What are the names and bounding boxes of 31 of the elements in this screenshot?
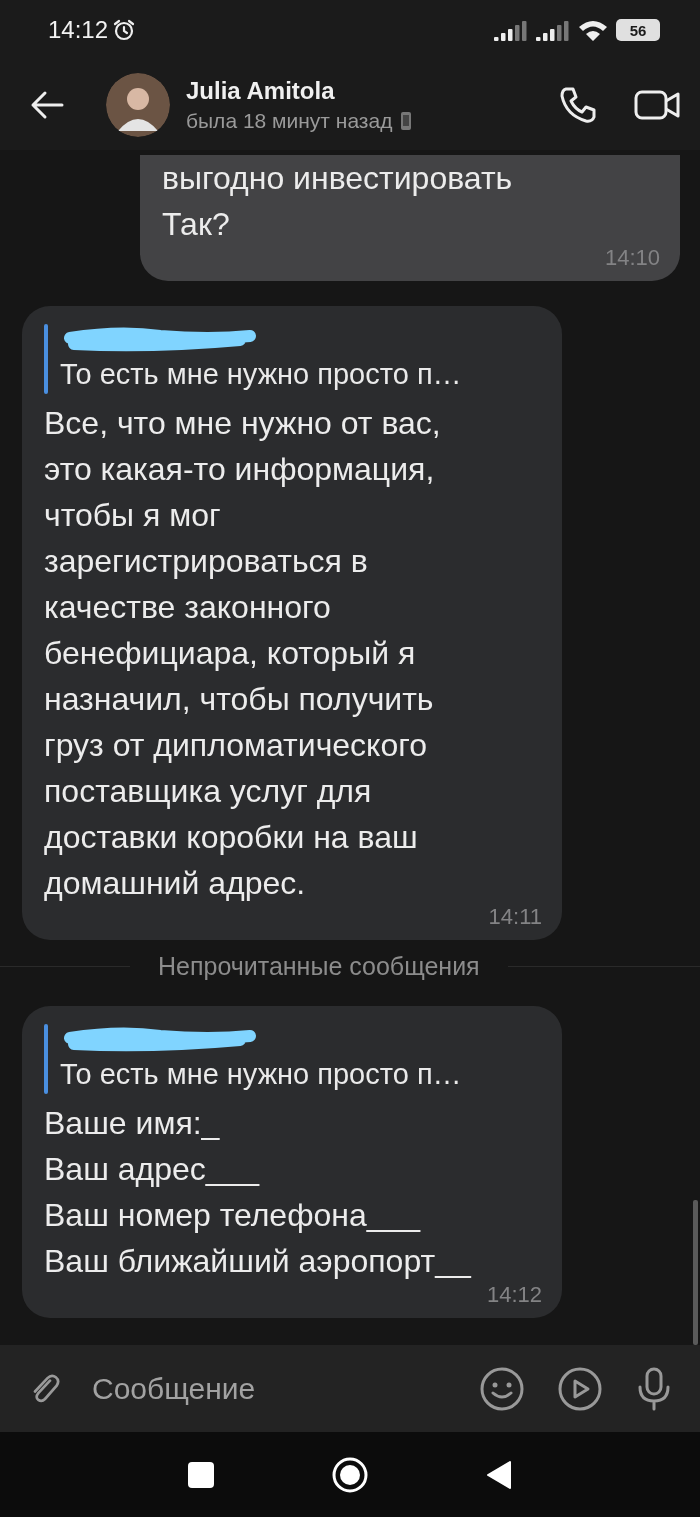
back-arrow-icon[interactable]	[30, 90, 64, 120]
message-time: 14:12	[486, 1282, 542, 1307]
message-time: 14:11	[488, 904, 542, 929]
message-text: выгодно инвестировать Так?	[162, 159, 514, 244]
status-time: 14:12	[48, 16, 109, 44]
wifi-icon	[578, 19, 608, 41]
mobile-icon	[400, 111, 413, 131]
signal-icon	[536, 19, 570, 41]
alarm-icon	[112, 18, 137, 42]
video-camera-icon[interactable]	[634, 89, 680, 121]
message-text: Ваше имя:_ Ваш адрес___ Ваш номер телефона___ Ваш ближайший аэропорт__	[44, 1104, 472, 1281]
last-seen: была 18 минут назад	[186, 109, 393, 133]
phone-icon[interactable]	[558, 85, 598, 125]
scrollbar[interactable]	[693, 1200, 698, 1345]
recents-icon[interactable]	[188, 1461, 214, 1488]
avatar[interactable]	[106, 73, 170, 137]
emoji-icon[interactable]	[480, 1366, 524, 1411]
home-icon[interactable]	[332, 1456, 368, 1493]
quote-bar	[44, 324, 48, 394]
back-icon[interactable]	[486, 1459, 512, 1490]
signal-icon	[494, 19, 528, 41]
message-text: Все, что мне нужно от вас, это какая-то информация, чтобы я мог зарегистрироваться в качестве законного бенефициара, который я назначил, чтобы получить груз от дипломатического поставщика услуг для доставки коробки на ваш домашний адрес.	[44, 404, 442, 903]
unread-divider: Непрочитанные сообщения	[158, 952, 480, 981]
battery-level: 56	[616, 19, 660, 41]
microphone-icon[interactable]	[636, 1366, 672, 1411]
reply-text: То есть мне нужно просто п…	[60, 1057, 462, 1092]
contact-name: Julia Amitola	[186, 77, 336, 105]
quote-bar	[44, 1024, 48, 1094]
message-time: 14:10	[604, 245, 660, 270]
play-circle-icon[interactable]	[558, 1366, 602, 1411]
reply-text: То есть мне нужно просто п…	[60, 357, 462, 392]
